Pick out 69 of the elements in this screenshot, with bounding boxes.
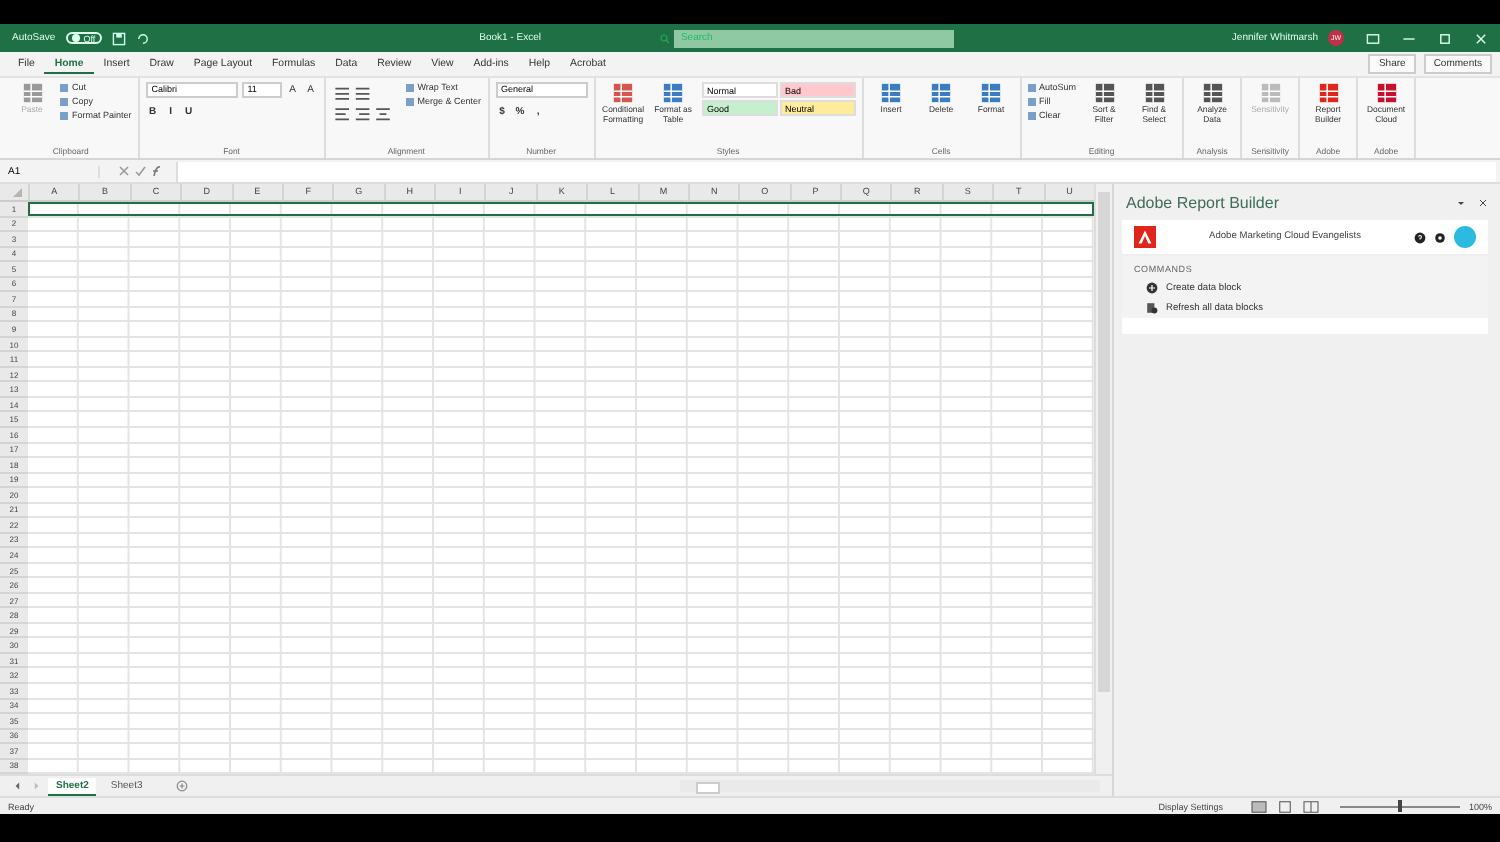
page-layout-icon[interactable] xyxy=(1276,799,1295,813)
logo-icon xyxy=(1134,226,1156,248)
cell-row[interactable] xyxy=(28,608,1094,624)
formula-field[interactable] xyxy=(176,161,1496,181)
cell-row[interactable] xyxy=(28,352,1094,368)
settings-icon[interactable] xyxy=(1434,231,1446,243)
cell-row[interactable] xyxy=(28,729,1094,745)
square-icon xyxy=(60,97,68,105)
page-break-icon[interactable] xyxy=(1302,799,1321,813)
cell-row[interactable] xyxy=(28,668,1094,684)
cell-row[interactable] xyxy=(28,458,1094,474)
cell-row[interactable] xyxy=(28,202,1094,218)
cell-row[interactable] xyxy=(28,578,1094,594)
square-icon xyxy=(60,111,68,119)
cell-row[interactable] xyxy=(28,232,1094,248)
cell-row[interactable] xyxy=(28,473,1094,489)
undo-icon[interactable] xyxy=(135,31,150,45)
cell-row[interactable] xyxy=(28,307,1094,323)
help-icon[interactable] xyxy=(1414,231,1426,243)
cell-row[interactable] xyxy=(28,744,1094,760)
cell-row[interactable] xyxy=(28,412,1094,428)
cell-row[interactable] xyxy=(28,623,1094,639)
square-icon xyxy=(1027,97,1036,105)
cell-row[interactable] xyxy=(28,443,1094,459)
cell-row[interactable] xyxy=(28,563,1094,579)
cell-row[interactable] xyxy=(28,533,1094,549)
previous-sheet-icon[interactable] xyxy=(12,780,24,792)
ribbon-display-icon[interactable] xyxy=(1366,31,1380,45)
cell-row[interactable] xyxy=(28,653,1094,669)
cell-row[interactable] xyxy=(28,503,1094,519)
cell-row[interactable] xyxy=(28,322,1094,338)
search-icon xyxy=(660,33,671,43)
cell-row[interactable] xyxy=(28,217,1094,233)
plus-circle-icon xyxy=(1146,282,1158,294)
avatar-circle[interactable] xyxy=(1454,226,1476,248)
cell-row[interactable] xyxy=(28,262,1094,278)
cell-row[interactable] xyxy=(28,427,1094,443)
square-icon xyxy=(1027,83,1036,91)
add-sheet-icon[interactable] xyxy=(176,780,189,792)
cell-row[interactable] xyxy=(28,684,1094,700)
cell-row[interactable] xyxy=(28,518,1094,534)
square-icon xyxy=(60,83,68,91)
cell-row[interactable] xyxy=(28,382,1094,398)
close-icon[interactable] xyxy=(1478,198,1488,208)
square-icon xyxy=(405,83,414,91)
next-sheet-icon[interactable] xyxy=(30,780,42,792)
cell-row[interactable] xyxy=(28,292,1094,308)
cell-row[interactable] xyxy=(28,397,1094,413)
cell-row[interactable] xyxy=(28,593,1094,609)
cell-row[interactable] xyxy=(28,759,1094,775)
refresh-document-icon xyxy=(1146,302,1158,314)
vertical-scrollbar[interactable] xyxy=(1094,184,1112,774)
save-icon[interactable] xyxy=(111,31,126,45)
cell-row[interactable] xyxy=(28,367,1094,383)
cell-row[interactable] xyxy=(28,699,1094,715)
cell-row[interactable] xyxy=(28,247,1094,263)
caret-icon[interactable] xyxy=(1456,198,1466,208)
cell-row[interactable] xyxy=(28,488,1094,504)
maximize-icon[interactable] xyxy=(1438,31,1452,45)
pane-title: Adobe Report Builder xyxy=(1126,194,1279,212)
cell-row[interactable] xyxy=(28,548,1094,564)
normal-view-icon[interactable] xyxy=(1250,799,1269,813)
cell-row[interactable] xyxy=(28,337,1094,353)
cell-row[interactable] xyxy=(28,277,1094,293)
horizontal-scrollbar[interactable] xyxy=(680,780,1100,792)
square-icon xyxy=(405,97,414,105)
cell-row[interactable] xyxy=(28,714,1094,730)
cell-row[interactable] xyxy=(28,638,1094,654)
square-icon xyxy=(1027,111,1036,119)
